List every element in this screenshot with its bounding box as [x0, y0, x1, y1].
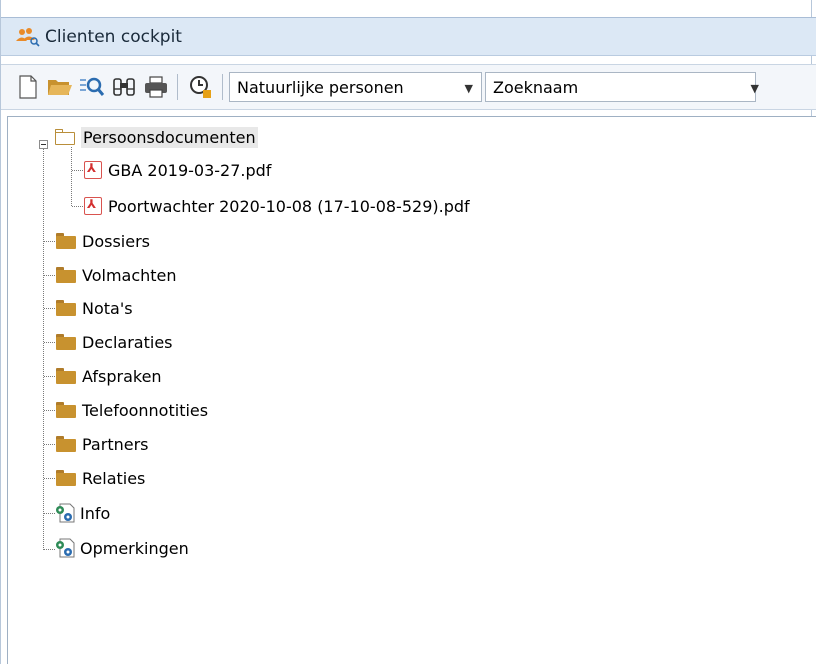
folder-icon	[56, 233, 76, 249]
tree-folder-dossiers[interactable]: Dossiers	[56, 226, 150, 256]
tree-label: Relaties	[82, 468, 146, 488]
tree-guide-line	[43, 144, 44, 550]
chevron-down-icon[interactable]: ▼	[751, 82, 759, 95]
folder-icon	[56, 334, 76, 350]
search-field-value: Zoeknaam	[493, 77, 579, 97]
tree-folder-declaraties[interactable]: Declaraties	[56, 327, 173, 357]
search-field-select[interactable]: Zoeknaam ▼	[485, 72, 759, 102]
chevron-down-icon[interactable]: ▼	[465, 82, 473, 95]
tree-folder-telefoonnotities[interactable]: Telefoonnotities	[56, 395, 208, 425]
binoculars-icon[interactable]	[109, 72, 139, 102]
tree-connector	[44, 444, 55, 445]
tree-connector	[44, 478, 55, 479]
person-type-value: Natuurlijke personen	[237, 77, 404, 97]
tree-connector	[44, 342, 55, 343]
toolbar-separator	[177, 74, 178, 100]
tree-label: Poortwachter 2020-10-08 (17-10-08-529).p…	[108, 196, 470, 216]
tree-folder-notas[interactable]: Nota's	[56, 293, 133, 323]
history-clock-icon[interactable]	[186, 72, 216, 102]
tree-connector	[44, 308, 55, 309]
tree-label: Info	[80, 503, 111, 523]
search-list-icon[interactable]	[77, 72, 107, 102]
folder-icon	[56, 402, 76, 418]
tree-file-item[interactable]: ⅄ Poortwachter 2020-10-08 (17-10-08-529)…	[84, 191, 470, 221]
tree-folder-afspraken[interactable]: Afspraken	[56, 361, 162, 391]
tree-connector	[44, 275, 55, 276]
tree-file-item[interactable]: ⅄ GBA 2019-03-27.pdf	[84, 155, 271, 185]
tree-item-info[interactable]: Info	[54, 498, 110, 528]
tree-guide-line	[71, 147, 72, 206]
users-search-icon	[15, 26, 41, 48]
tree-connector	[44, 241, 55, 242]
tree-label: Dossiers	[82, 231, 150, 251]
tree-label: Nota's	[82, 298, 133, 318]
tree-connector	[44, 410, 55, 411]
settings-document-icon	[54, 502, 76, 524]
tree-label: Telefoonnotities	[82, 400, 209, 420]
title-bar: Clienten cockpit	[1, 17, 816, 56]
folder-icon	[56, 300, 76, 316]
tree-connector	[44, 376, 55, 377]
window-title: Clienten cockpit	[45, 26, 182, 47]
toolbar: Natuurlijke personen ▼ Zoeknaam ▼	[1, 64, 816, 110]
document-tree[interactable]: Persoonsdocumenten ⅄ GBA 2019-03-27.pdf …	[7, 116, 816, 664]
person-type-select[interactable]: Natuurlijke personen ▼	[229, 72, 482, 102]
tree-folder-volmachten[interactable]: Volmachten	[56, 260, 177, 290]
tree-folder-partners[interactable]: Partners	[56, 429, 148, 459]
tree-label: Afspraken	[82, 366, 162, 386]
collapse-toggle[interactable]	[39, 140, 48, 149]
folder-icon	[56, 470, 76, 486]
clienten-cockpit-window: Clienten cockpit Natuurlijke personen ▼ …	[0, 0, 816, 664]
pdf-file-icon: ⅄	[84, 197, 102, 215]
open-folder-icon[interactable]	[45, 72, 75, 102]
tree-label: Persoonsdocumenten	[81, 126, 258, 148]
pdf-file-icon: ⅄	[84, 161, 102, 179]
tree-label: Partners	[82, 434, 149, 454]
folder-icon	[56, 267, 76, 283]
tree-label: Declaraties	[82, 332, 173, 352]
tree-connector	[72, 170, 83, 171]
tree-label: Opmerkingen	[80, 538, 189, 558]
folder-icon	[56, 436, 76, 452]
folder-icon	[56, 368, 76, 384]
tree-folder-persoonsdocumenten[interactable]: Persoonsdocumenten	[55, 122, 258, 152]
settings-document-icon	[54, 537, 76, 559]
new-document-icon[interactable]	[13, 72, 43, 102]
tree-label: Volmachten	[82, 265, 177, 285]
tree-item-opmerkingen[interactable]: Opmerkingen	[54, 533, 189, 563]
tree-connector	[72, 206, 83, 207]
folder-open-icon	[55, 129, 75, 145]
tree-label: GBA 2019-03-27.pdf	[108, 160, 272, 180]
print-icon[interactable]	[141, 72, 171, 102]
toolbar-separator	[222, 74, 223, 100]
tree-folder-relaties[interactable]: Relaties	[56, 463, 145, 493]
